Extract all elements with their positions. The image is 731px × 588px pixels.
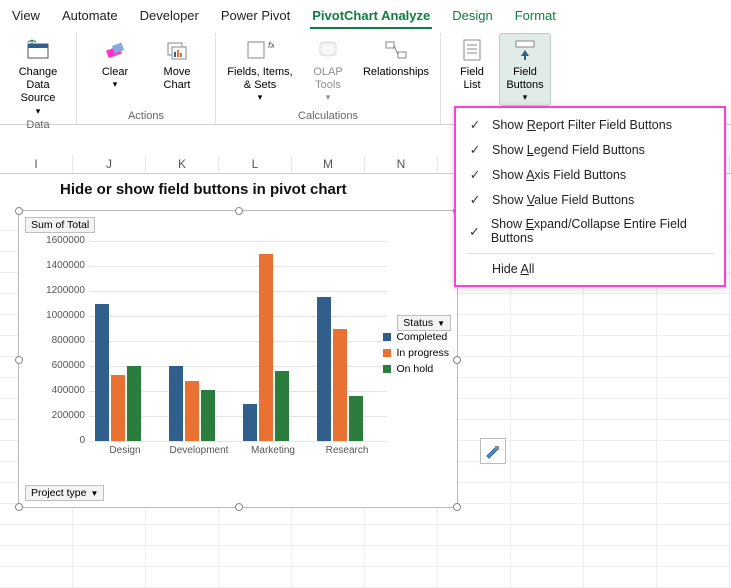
resize-handle[interactable] — [15, 503, 23, 511]
menu-show-value[interactable]: ✓Show Value Field Buttons — [456, 187, 724, 212]
legend-swatch — [383, 333, 391, 341]
fields-fx-icon: fx — [246, 36, 274, 64]
change-data-source-button[interactable]: Change Data Source▾ — [10, 33, 66, 119]
field-list-button[interactable]: Field List — [451, 33, 493, 95]
menu-show-report-filter[interactable]: ✓Show Report Filter Field Buttons — [456, 112, 724, 137]
resize-handle[interactable] — [453, 503, 461, 511]
chevron-down-icon: ▼ — [90, 489, 98, 498]
col-L[interactable]: L — [219, 155, 292, 173]
check-icon: ✓ — [468, 167, 482, 182]
field-buttons-dropdown: ✓Show Report Filter Field Buttons ✓Show … — [454, 106, 726, 287]
col-K[interactable]: K — [146, 155, 219, 173]
group-label-data: Data — [26, 119, 49, 133]
tab-powerpivot[interactable]: Power Pivot — [219, 4, 292, 29]
group-label-calc: Calculations — [298, 110, 358, 124]
eraser-icon — [101, 36, 129, 64]
col-M[interactable]: M — [292, 155, 365, 173]
legend-item: On hold — [383, 363, 449, 375]
ribbon-tabs: View Automate Developer Power Pivot Pivo… — [0, 0, 731, 29]
resize-handle[interactable] — [235, 503, 243, 511]
resize-handle[interactable] — [15, 207, 23, 215]
tab-view[interactable]: View — [10, 4, 42, 29]
check-icon: ✓ — [468, 224, 481, 239]
format-paintbrush-button[interactable] — [480, 438, 506, 464]
field-list-icon — [458, 36, 486, 64]
pivot-chart[interactable]: Sum of Total Status▼ Project type▼ 0 200… — [18, 210, 458, 508]
chart-plot-area: 0 200000 400000 600000 800000 1000000 12… — [37, 241, 387, 451]
menu-hide-all[interactable]: Hide All — [456, 257, 724, 281]
data-source-icon — [24, 36, 52, 64]
relationships-icon — [382, 36, 410, 64]
check-icon: ✓ — [468, 142, 482, 157]
project-type-filter-button[interactable]: Project type▼ — [25, 485, 104, 501]
fields-items-sets-button[interactable]: fx Fields, Items, & Sets▾ — [226, 33, 294, 106]
legend-swatch — [383, 365, 391, 373]
check-icon: ✓ — [468, 192, 482, 207]
chart-legend[interactable]: Completed In progress On hold — [383, 331, 449, 379]
legend-item: In progress — [383, 347, 449, 359]
move-chart-button[interactable]: Move Chart — [149, 33, 205, 95]
menu-show-expand-collapse[interactable]: ✓Show Expand/Collapse Entire Field Butto… — [456, 212, 724, 250]
resize-handle[interactable] — [453, 356, 461, 364]
clear-button[interactable]: Clear▾ — [87, 33, 143, 93]
group-label-actions: Actions — [128, 110, 164, 124]
resize-handle[interactable] — [235, 207, 243, 215]
relationships-button[interactable]: Relationships — [362, 33, 430, 82]
tab-developer[interactable]: Developer — [138, 4, 201, 29]
tab-pivotchart-analyze[interactable]: PivotChart Analyze — [310, 4, 432, 29]
olap-tools-button: OLAP Tools▾ — [300, 33, 356, 106]
resize-handle[interactable] — [15, 356, 23, 364]
tab-design[interactable]: Design — [450, 4, 494, 29]
menu-show-axis[interactable]: ✓Show Axis Field Buttons — [456, 162, 724, 187]
svg-text:fx: fx — [268, 40, 274, 50]
chevron-down-icon: ▼ — [437, 319, 445, 328]
page-title: Hide or show field buttons in pivot char… — [60, 181, 347, 198]
check-icon: ✓ — [468, 117, 482, 132]
status-filter-button[interactable]: Status▼ — [397, 315, 451, 331]
olap-icon — [314, 36, 342, 64]
tab-automate[interactable]: Automate — [60, 4, 120, 29]
paintbrush-icon — [484, 442, 502, 460]
field-buttons-button[interactable]: Field Buttons▾ — [499, 33, 551, 106]
col-I[interactable]: I — [0, 155, 73, 173]
field-buttons-icon — [511, 36, 539, 64]
menu-show-legend[interactable]: ✓Show Legend Field Buttons — [456, 137, 724, 162]
legend-item: Completed — [383, 331, 449, 343]
move-chart-icon — [163, 36, 191, 64]
col-J[interactable]: J — [73, 155, 146, 173]
sum-of-total-button[interactable]: Sum of Total — [25, 217, 95, 233]
menu-separator — [466, 253, 714, 254]
legend-swatch — [383, 349, 391, 357]
tab-format[interactable]: Format — [513, 4, 558, 29]
col-N[interactable]: N — [365, 155, 438, 173]
